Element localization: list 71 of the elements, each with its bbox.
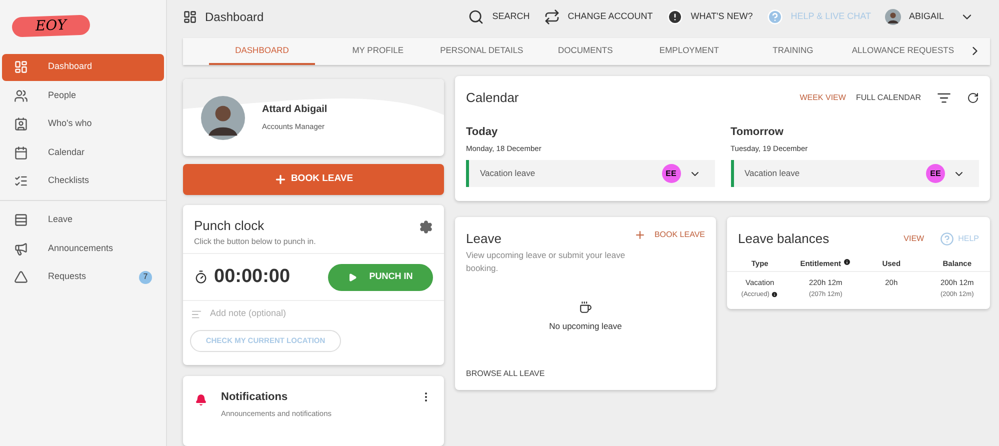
checklist-icon [14,174,28,188]
refresh-icon[interactable] [967,92,979,104]
card-title: Calendar [466,89,519,107]
count-badge: 7 [139,270,152,284]
sidebar-item[interactable]: People [2,82,164,109]
sidebar-item[interactable]: Checklists [2,168,164,194]
punch-in-button[interactable]: PUNCH IN [328,264,433,290]
view-link[interactable]: VIEW [904,232,924,245]
swap-icon [544,8,560,25]
help-icon [766,8,783,25]
sidebar-item[interactable]: Dashboard [2,54,164,80]
dashboard-icon [14,60,28,74]
megaphone-icon [14,242,28,256]
bell-icon [195,394,207,406]
note-icon [191,308,202,320]
plus-icon [274,173,287,186]
sidebar-item[interactable]: Requests 7 [2,264,164,290]
contact-card-icon [14,117,28,131]
logo: EOY [12,14,90,38]
calendar-entry[interactable]: Vacation leave EE [730,160,979,188]
timer-display: 00:00:00 [214,264,290,289]
filter-icon[interactable] [937,90,951,105]
header-link[interactable]: SEARCH [468,8,530,25]
tab[interactable]: PERSONAL DETAILS [432,38,531,65]
book-leave-link[interactable]: BOOK LEAVE [634,229,705,241]
user-menu[interactable]: ABIGAIL [884,8,974,25]
calendar-view-link[interactable]: FULL CALENDAR [856,92,921,104]
tab[interactable]: TRAINING [744,38,842,65]
tab[interactable]: ALLOWANCE REQUESTS [848,38,958,65]
card-title: Punch clock [194,217,266,235]
card-title: Notifications [221,390,289,405]
card-title: Leave balances [738,230,830,248]
search-icon [468,8,484,25]
day-title: Today [466,124,499,140]
tab[interactable]: DOCUMENTS [536,38,634,65]
triangle-icon [14,270,28,284]
initials-avatar: EE [662,164,680,184]
tab[interactable]: DASHBOARD [209,38,315,65]
note-field[interactable]: Add note (optional) [210,307,436,321]
browse-leave-link[interactable]: BROWSE ALL LEAVE [466,368,545,380]
header-link[interactable]: CHANGE ACCOUNT [544,8,653,25]
people-icon [14,88,28,102]
stopwatch-icon [194,270,208,284]
help-icon [940,232,954,246]
dashboard-icon [183,10,197,24]
empty-message: No upcoming leave [549,320,622,332]
card-description: View upcoming leave or submit your leave booking. [466,248,626,274]
sidebar-item[interactable]: Calendar [2,139,164,166]
alert-icon [666,8,683,25]
initials-avatar: EE [926,164,945,184]
tab[interactable]: EMPLOYMENT [640,38,738,65]
book-leave-button[interactable]: BOOK LEAVE [183,164,444,195]
day-title: Tomorrow [730,124,784,140]
cup-icon [579,300,592,314]
avatar [884,8,901,25]
header-link[interactable]: WHAT'S NEW? [666,8,753,25]
profile-name: Attard Abigail [262,103,328,118]
sidebar-item[interactable]: Who's who [2,110,164,138]
calendar-view-link[interactable]: WEEK VIEW [800,92,846,104]
sidebar-item[interactable]: Leave [2,206,164,234]
calendar-icon [14,146,28,160]
play-icon [348,272,358,282]
page-title: Dashboard [205,8,264,26]
card-subtitle: Click the button below to punch in. [194,236,316,248]
plus-icon [634,229,646,241]
tab[interactable]: MY PROFILE [329,38,427,65]
sidebar-item[interactable]: Announcements [2,235,164,262]
avatar [201,96,245,140]
calendar-entry[interactable]: Vacation leave EE [466,160,714,188]
card-title: Leave [466,230,502,248]
rows-icon [14,213,28,227]
